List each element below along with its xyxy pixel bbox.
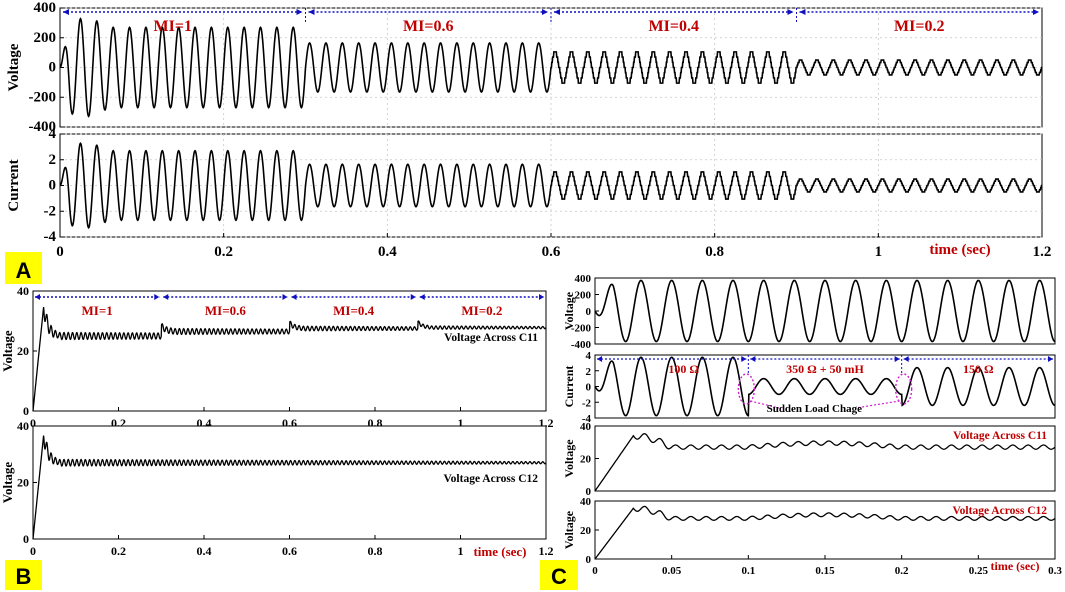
panel-label-text: C [551, 564, 567, 589]
x-axis-label: time (sec) [991, 559, 1040, 573]
annotation-label: Voltage Across C11 [444, 332, 538, 344]
y-tick-label: -2 [582, 397, 592, 409]
y-tick-label: 40 [580, 496, 592, 508]
segment-label: 350 Ω + 50 mH [786, 362, 864, 376]
x-tick-label: 1.2 [1033, 244, 1052, 260]
x-tick-label: 0.2 [111, 544, 126, 558]
segment-label: MI=0.4 [649, 18, 699, 35]
y-tick-label: 200 [34, 30, 57, 46]
x-tick-label: 0.8 [368, 544, 383, 558]
y-tick-label: 0 [586, 382, 592, 394]
x-tick-label: 1.2 [539, 544, 554, 558]
y-tick-label: 0 [49, 178, 57, 194]
x-tick-label: 1 [875, 244, 883, 260]
y-tick-label: 40 [580, 421, 592, 433]
A-voltage-panel: -400-2000200400VoltageMI=1 MI=0.6 MI=0.4 MI… [6, 0, 1043, 135]
segment-label: MI=0.6 [403, 18, 453, 35]
annotation-label: Voltage Across C11 [953, 430, 1047, 442]
x-tick-label: 1 [458, 544, 464, 558]
segment-label: 100 Ω [668, 362, 699, 376]
x-tick-label: 0.15 [815, 565, 835, 577]
C-current-panel: -4-2024Current 100 Ω 350 Ω + 50 mH 150 ΩSud… [562, 350, 1056, 425]
x-tick-label: 0.8 [705, 244, 724, 260]
segment-label: 150 Ω [963, 362, 994, 376]
y-tick-label: 20 [580, 525, 592, 537]
y-tick-label: 20 [17, 344, 29, 358]
x-axis-label: time (sec) [473, 544, 526, 559]
y-axis-label: Voltage [562, 291, 576, 330]
A-current-panel: -4 -2 0 2 4 0 0.2 0.4 0.6 0.8 1 1.2 Current [6, 126, 1051, 260]
B-c12-panel: 0 20 40 0 0.2 0.4 0.6 0.8 1 1.2 Voltage Voltage Acr… [0, 419, 554, 558]
y-tick-label: 2 [49, 152, 57, 168]
x-tick-label: 0.1 [741, 565, 755, 577]
y-axis-label: Voltage [6, 43, 22, 91]
x-tick-label: 0.6 [542, 244, 561, 260]
y-tick-label: 40 [17, 419, 29, 433]
panel-label-c: C [540, 560, 578, 590]
y-tick-label: 0 [586, 306, 592, 318]
y-tick-label: 0 [23, 532, 29, 546]
x-tick-label: 0 [30, 544, 36, 558]
annotation-label: Voltage Across C12 [952, 505, 1047, 517]
y-axis-label: Current [6, 159, 22, 211]
y-tick-label: 0 [586, 554, 592, 566]
y-tick-label: 20 [580, 454, 592, 466]
y-tick-label: 2 [586, 366, 592, 378]
panel-label-b: B [5, 560, 42, 590]
annotation-label: Sudden Load Chage [767, 403, 862, 415]
x-tick-label: 0 [592, 565, 598, 577]
x-tick-label: 0.2 [214, 244, 233, 260]
y-tick-label: -2 [44, 203, 57, 219]
panel-label-text: A [16, 258, 32, 283]
annotation-label: Voltage Across C12 [443, 473, 538, 485]
x-tick-label: 0.3 [1048, 565, 1062, 577]
y-tick-label: 20 [17, 476, 29, 490]
y-tick-label: 200 [575, 290, 592, 302]
x-tick-label: 0.2 [895, 565, 909, 577]
x-tick-label: 0.4 [378, 244, 397, 260]
x-tick-label: 0.05 [662, 565, 682, 577]
C-voltage-panel: -400-2000200400Voltage [562, 273, 1056, 351]
C-c12-panel: 0 20 40 0 0.05 0.1 0.15 0.2 0.25 0.3 Voltage Voltag… [562, 496, 1062, 577]
y-tick-label: 400 [575, 273, 592, 285]
segment-label: MI=0.4 [333, 303, 374, 318]
y-tick-label: 400 [34, 0, 57, 16]
segment-label: MI=0.2 [461, 303, 502, 318]
figure: -400-2000200400VoltageMI=1 MI=0.6 MI=0.4 MI… [0, 0, 1062, 590]
y-tick-label: 40 [17, 284, 29, 298]
y-axis-label: Current [562, 366, 576, 408]
y-tick-label: 4 [49, 126, 57, 142]
segment-label: MI=0.2 [894, 18, 944, 35]
segment-label: MI=0.6 [205, 303, 246, 318]
x-tick-label: 0.4 [197, 544, 212, 558]
panel-label-a: A [5, 252, 42, 284]
C-c11-panel: 02040VoltageVoltage Across C11 [562, 421, 1056, 498]
x-axis-label: time (sec) [929, 242, 990, 258]
y-axis-label: Voltage [0, 462, 15, 504]
x-tick-label: 0.6 [282, 544, 297, 558]
x-tick-label: 0.25 [969, 565, 989, 577]
segment-label: MI=1 [82, 303, 113, 318]
x-tick-label: 0 [56, 244, 64, 260]
B-c11-panel: 020400 0.2 0.4 0.6 0.8 1 1.2Voltage Voltage Acr… [0, 284, 554, 430]
y-tick-label: -200 [29, 89, 57, 105]
y-axis-label: Voltage [0, 330, 15, 372]
segment-label: MI=1 [154, 18, 192, 35]
y-axis-label: Voltage [562, 439, 576, 478]
y-tick-label: 0 [23, 404, 29, 418]
y-tick-label: -4 [44, 229, 57, 245]
y-tick-label: 0 [49, 60, 57, 76]
y-tick-label: 4 [586, 350, 592, 362]
panel-label-text: B [16, 564, 32, 589]
y-axis-label: Voltage [562, 510, 576, 549]
